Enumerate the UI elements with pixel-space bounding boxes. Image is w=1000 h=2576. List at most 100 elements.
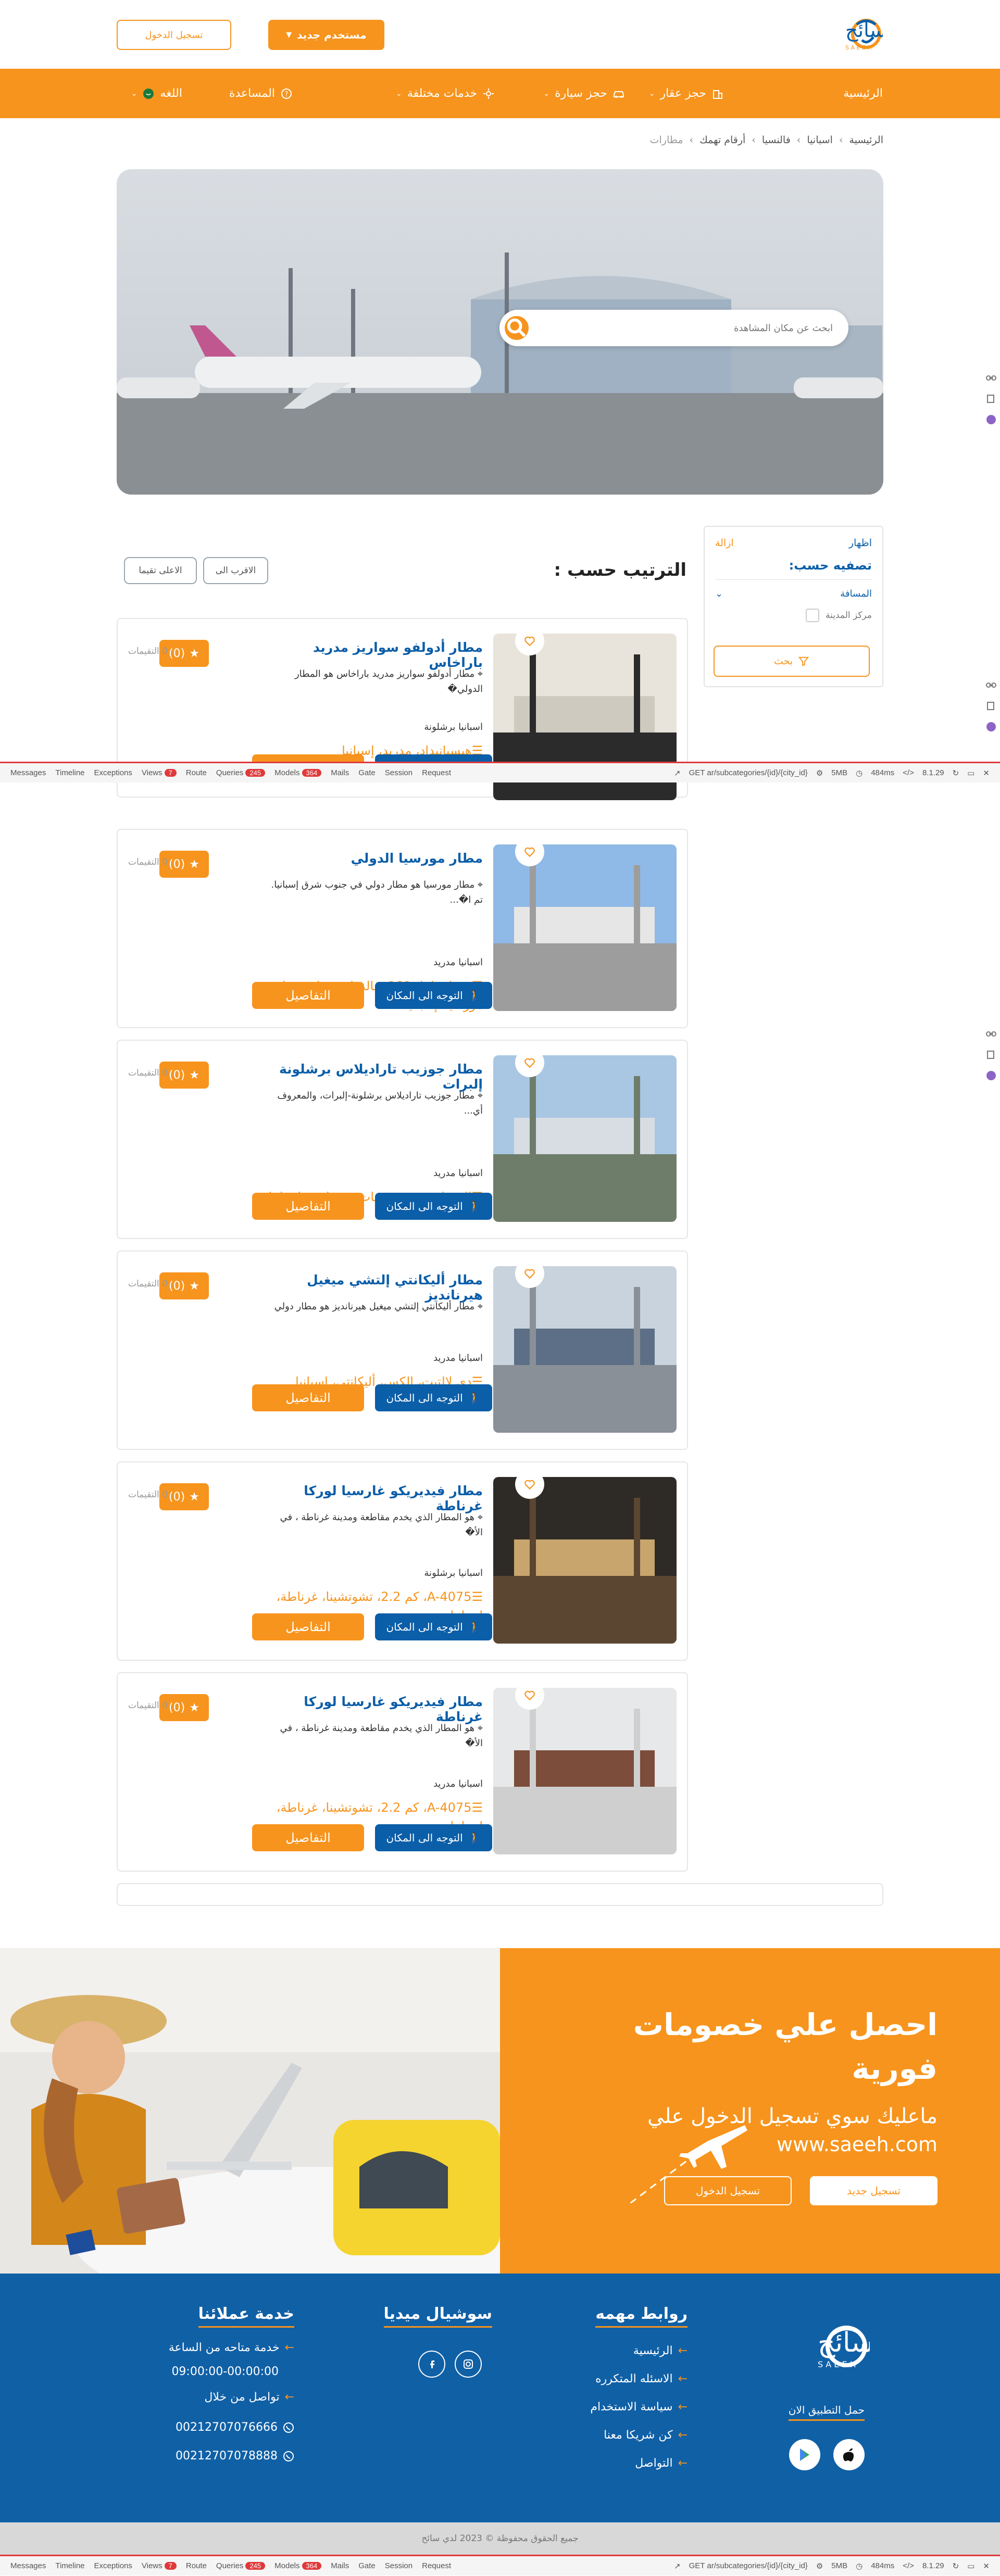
footer-link-home[interactable]: ← الرئيسية [633,2344,688,2357]
copy-icon[interactable] [985,393,997,405]
footer-link-contact[interactable]: ← التواصل [635,2457,688,2470]
city-center-checkbox[interactable] [806,609,819,622]
copy-icon[interactable] [985,700,997,712]
listing-card[interactable]: مطار فيديريكو غارسيا لوركا غرناطة ⌖ هو ا… [117,1672,688,1872]
breadcrumb-country[interactable]: اسبانيا [807,134,833,146]
footer-link-partner[interactable]: ← كن شريكا معنا [604,2429,688,2442]
google-play-button[interactable] [789,2439,820,2470]
go-to-place-button[interactable]: 🚶 التوجه الى المكان [375,1824,492,1851]
listing-photo[interactable] [493,1266,677,1433]
history-icon[interactable]: ↻ [953,2561,959,2571]
favorite-button[interactable] [515,1259,544,1288]
copy-icon[interactable] [985,1049,997,1060]
whatsapp-phone-1[interactable]: 00212707076666 [176,2421,294,2434]
favorite-button[interactable] [515,1048,544,1077]
promo-login-button[interactable]: تسجيل الدخول [664,2176,792,2205]
debug-tab[interactable]: Models 364 [274,2561,322,2570]
debug-tab[interactable]: Views 7 [142,768,177,777]
listing-photo[interactable] [493,1055,677,1222]
debug-tab[interactable]: Views 7 [142,2561,177,2570]
listing-card[interactable]: مطار فيديريكو غارسيا لوركا غرناطة ⌖ هو ا… [117,1461,688,1661]
new-user-button[interactable]: مستخدم جديد ▼ [268,20,384,50]
listing-card[interactable]: مطار مورسيا الدولي ⌖ مطار مورسيا هو مطار… [117,829,688,1028]
debug-tab[interactable]: Exceptions [94,2561,132,2570]
sort-highest-rated-button[interactable]: الاعلى تقيما [124,557,197,584]
debug-tab[interactable]: Models 364 [274,768,322,777]
go-to-place-button[interactable]: 🚶 التوجه الى المكان [375,1384,492,1411]
close-icon[interactable]: ✕ [983,768,990,778]
instagram-button[interactable] [455,2351,482,2378]
details-button[interactable]: التفاصيل [252,1384,364,1411]
minimize-icon[interactable]: ▭ [967,2561,974,2571]
details-button[interactable]: التفاصيل [252,1613,364,1640]
favorite-button[interactable] [515,837,544,866]
details-button[interactable]: التفاصيل [252,982,364,1009]
details-button[interactable]: التفاصيل [252,1824,364,1851]
footer-logo[interactable]: سائح S A E E H [719,2315,873,2378]
listing-card[interactable]: مطار أليكانتي إلتشي ميغيل هيرنانديز ⌖ مط… [117,1251,688,1450]
promo-register-button[interactable]: تسجيل جديد [810,2176,938,2205]
debug-tab[interactable]: Request [422,768,451,777]
debug-tab[interactable]: Timeline [55,2561,84,2570]
color-picker-icon[interactable] [985,414,997,425]
favorite-button[interactable] [515,1681,544,1710]
link-icon[interactable] [985,1028,997,1040]
debug-tab[interactable]: Request [422,2561,451,2570]
footer-link-faq[interactable]: ← الاسئله المتكرره [595,2372,688,2385]
nav-car[interactable]: حجز سيارة ⌄ [543,69,625,118]
color-picker-icon[interactable] [985,721,997,733]
minimize-icon[interactable]: ▭ [967,768,974,778]
apple-store-button[interactable] [833,2439,865,2470]
listing-photo[interactable] [493,1477,677,1644]
search-input[interactable] [541,310,833,346]
filter-show-link[interactable]: اظهار [849,537,872,549]
color-picker-icon[interactable] [985,1070,997,1081]
debug-tab[interactable]: Route [186,2561,207,2570]
nav-help[interactable]: ? المساعدة [229,69,293,118]
debug-tab[interactable]: Queries 245 [216,2561,266,2570]
search-button[interactable] [505,316,529,340]
listing-photo[interactable] [493,1688,677,1854]
go-to-place-button[interactable]: 🚶 التوجه الى المكان [375,1193,492,1220]
nav-home[interactable]: الرئيسية [843,69,883,118]
debug-tab[interactable]: Gate [358,768,376,777]
debug-tab[interactable]: Exceptions [94,768,132,777]
breadcrumb-category[interactable]: أرقام تهمك [699,134,745,146]
listing-title[interactable]: مطار فيديريكو غارسيا لوركا غرناطة [264,1694,483,1724]
favorite-button[interactable] [515,626,544,655]
breadcrumb-home[interactable]: الرئيسية [849,134,883,146]
debug-tab[interactable]: Mails [331,768,349,777]
breadcrumb-city[interactable]: فالنسيا [762,134,791,146]
debug-tab[interactable]: Session [385,2561,413,2570]
go-to-place-button[interactable]: 🚶 التوجه الى المكان [375,1613,492,1640]
listing-title[interactable]: مطار أدولفو سواريز مدريد باراخاس [264,640,483,670]
debug-tab[interactable]: Timeline [55,768,84,777]
link-icon[interactable] [985,372,997,384]
facebook-button[interactable] [418,2351,445,2378]
filter-remove-link[interactable]: ازالة [715,537,734,549]
listing-title[interactable]: مطار فيديريكو غارسيا لوركا غرناطة [264,1483,483,1513]
listing-card[interactable]: مطار جوزيب تاراديلاس برشلونة إلبرات ⌖ مط… [117,1040,688,1239]
footer-link-terms[interactable]: ← سياسة الاستخدام [590,2401,688,2414]
go-to-place-button[interactable]: 🚶 التوجه الى المكان [375,982,492,1009]
promo-url[interactable]: www.saeeh.com [777,2133,938,2156]
filter-distance-toggle[interactable]: المسافة ⌄ [715,588,872,599]
listing-title[interactable]: مطار جوزيب تاراديلاس برشلونة إلبرات [264,1062,483,1092]
whatsapp-phone-2[interactable]: 00212707078888 [176,2449,294,2463]
history-icon[interactable]: ↻ [953,768,959,778]
debug-tab[interactable]: Mails [331,2561,349,2570]
listing-title[interactable]: مطار أليكانتي إلتشي ميغيل هيرنانديز [264,1272,483,1303]
debug-tab[interactable]: Gate [358,2561,376,2570]
debug-tab[interactable]: Messages [10,768,46,777]
nav-property[interactable]: حجز عقار ⌄ [649,69,724,118]
filter-search-button[interactable]: بحث [714,646,870,677]
nav-services[interactable]: خدمات مختلفة ⌄ [396,69,495,118]
favorite-button[interactable] [515,1470,544,1499]
listing-photo[interactable] [493,844,677,1011]
close-icon[interactable]: ✕ [983,2561,990,2571]
debug-tab[interactable]: Session [385,768,413,777]
listing-title[interactable]: مطار مورسيا الدولي [264,851,483,866]
login-button[interactable]: تسجيل الدخول [117,20,231,50]
filter-city-center-option[interactable]: مركز المدينة [715,609,872,622]
nav-language[interactable]: اللغه ⌄ [131,69,182,118]
